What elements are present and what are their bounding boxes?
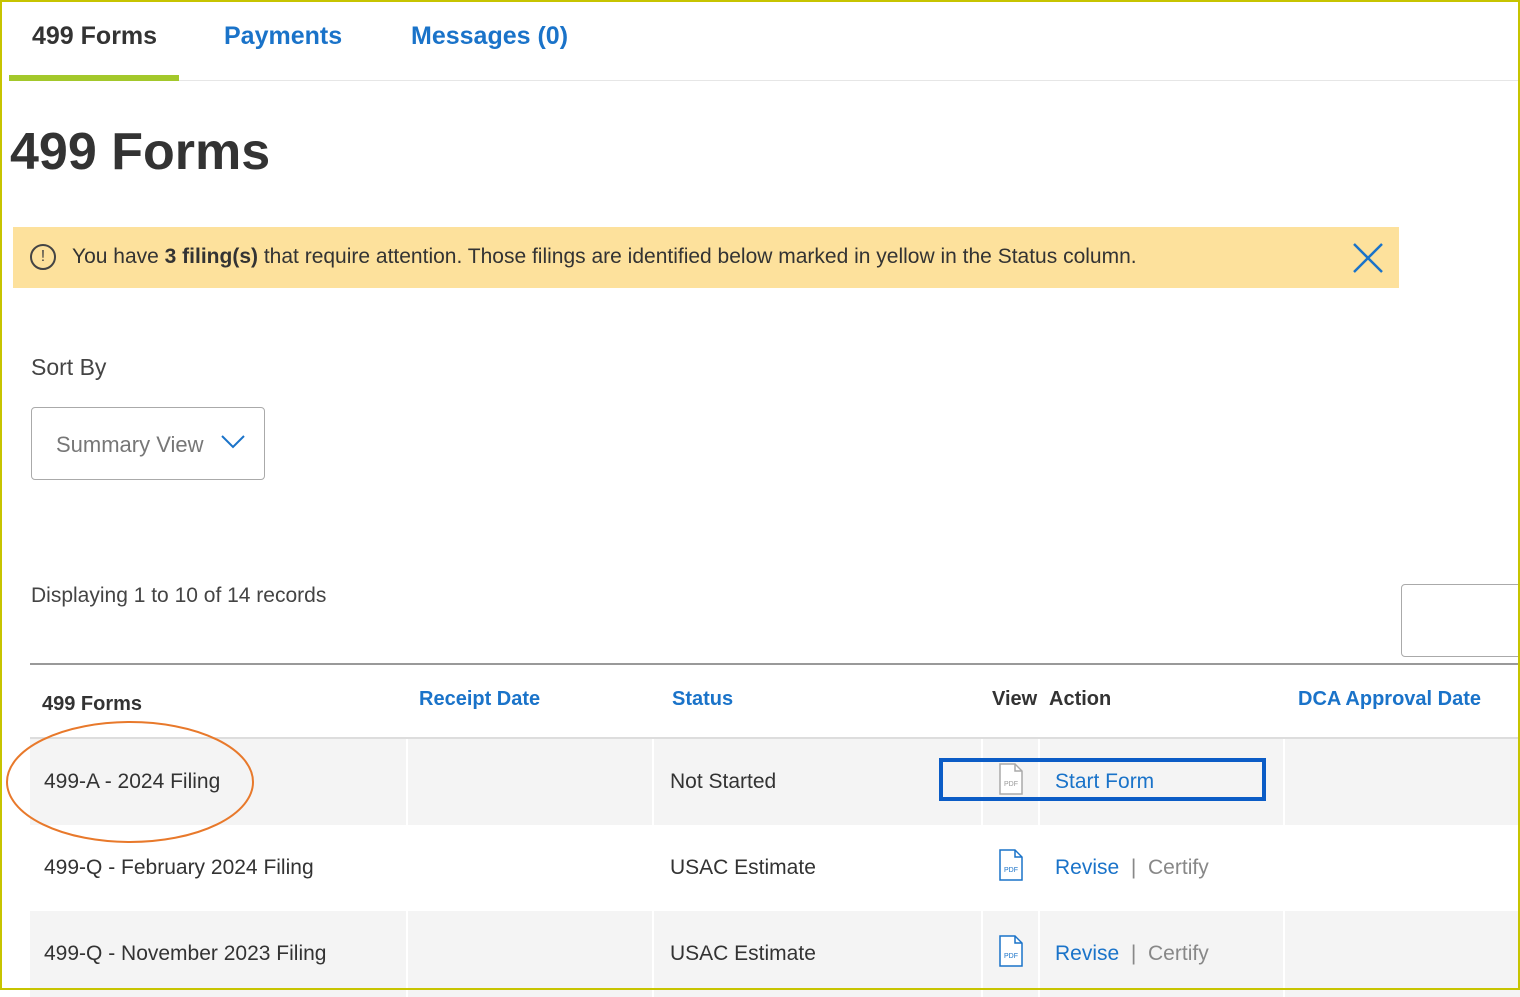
attention-alert: ! You have 3 filing(s) that require atte… [13, 227, 1399, 288]
form-name: 499-Q - November 2023 Filing [44, 942, 327, 965]
alert-prefix: You have [72, 245, 165, 268]
column-header-receipt-date[interactable]: Receipt Date [419, 688, 540, 711]
active-tab-indicator [9, 75, 179, 81]
status-value: Not Started [670, 770, 777, 793]
sort-selected-value: Summary View [56, 432, 204, 457]
sort-by-select[interactable]: Summary View [31, 407, 265, 480]
alert-suffix: that require attention. Those filings ar… [258, 245, 1137, 268]
column-header-action: Action [1049, 688, 1112, 710]
status-value: USAC Estimate [670, 856, 816, 879]
pdf-icon[interactable]: PDF [998, 763, 1024, 795]
svg-text:PDF: PDF [1004, 781, 1018, 788]
table-row: 499-Q - February 2024 Filing USAC Estima… [30, 825, 1520, 911]
start-form-link[interactable]: Start Form [1055, 770, 1154, 793]
svg-text:PDF: PDF [1004, 953, 1018, 960]
table-row: 499-Q - November 2023 Filing USAC Estima… [30, 911, 1520, 997]
table-top-divider [30, 663, 1520, 665]
tab-bar: 499 Forms Payments Messages (0) [9, 0, 1520, 81]
action-separator: | [1125, 856, 1143, 879]
tab-499-forms[interactable]: 499 Forms [32, 22, 157, 51]
close-icon[interactable] [1351, 241, 1385, 275]
info-circle-icon: ! [30, 244, 56, 270]
svg-text:PDF: PDF [1004, 867, 1018, 874]
row-actions: Revise | Certify [1055, 942, 1209, 966]
page-size-select[interactable] [1401, 584, 1520, 657]
revise-link[interactable]: Revise [1055, 856, 1119, 879]
revise-link[interactable]: Revise [1055, 942, 1119, 965]
row-actions: Revise | Certify [1055, 856, 1209, 880]
certify-link[interactable]: Certify [1148, 942, 1209, 965]
alert-message: You have 3 filing(s) that require attent… [72, 245, 1137, 269]
form-name: 499-Q - February 2024 Filing [44, 856, 314, 879]
row-actions: Start Form [1055, 770, 1154, 794]
sort-by-label: Sort By [31, 354, 107, 380]
column-header-status[interactable]: Status [672, 688, 733, 711]
column-header-dca-approval-date[interactable]: DCA Approval Date [1298, 688, 1481, 711]
tab-payments[interactable]: Payments [224, 22, 342, 51]
form-name: 499-A - 2024 Filing [44, 770, 221, 793]
column-header-499-forms: 499 Forms [42, 693, 143, 715]
table-row: 499-A - 2024 Filing Not Started PDF Star… [30, 739, 1520, 825]
certify-link[interactable]: Certify [1148, 856, 1209, 879]
action-separator: | [1125, 942, 1143, 965]
pdf-icon[interactable]: PDF [998, 849, 1024, 881]
records-count: Displaying 1 to 10 of 14 records [31, 584, 327, 607]
alert-count: 3 filing(s) [164, 245, 258, 268]
status-value: USAC Estimate [670, 942, 816, 965]
chevron-down-icon [221, 435, 245, 449]
pdf-icon[interactable]: PDF [998, 935, 1024, 967]
tab-messages[interactable]: Messages (0) [411, 22, 568, 51]
page-title: 499 Forms [10, 123, 271, 181]
column-header-view: View [992, 688, 1038, 710]
